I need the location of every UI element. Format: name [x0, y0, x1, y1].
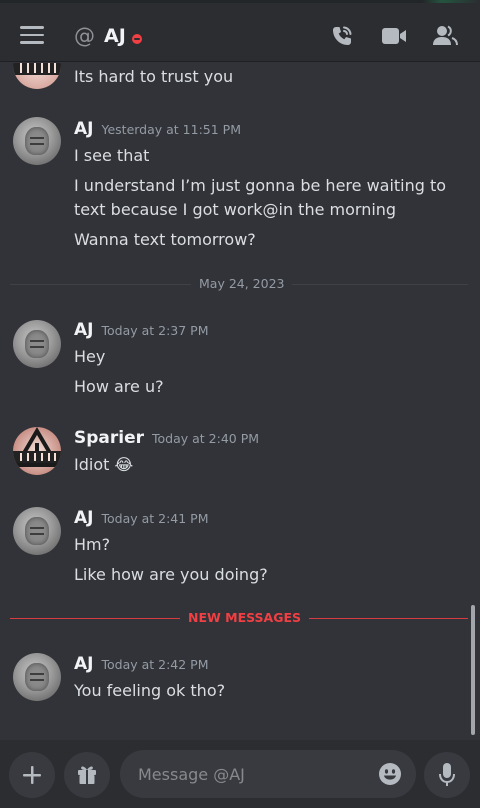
message-line: Its hard to trust you — [74, 67, 234, 86]
message-line: You feeling ok tho? — [74, 681, 226, 700]
message-timestamp: Today at 2:40 PM — [152, 431, 260, 446]
message-line: How are u? — [74, 377, 164, 396]
date-divider-label: May 24, 2023 — [191, 276, 293, 292]
author-name[interactable]: AJ — [74, 119, 93, 139]
message-author[interactable]: AJ Today at 2:41 PM — [74, 507, 209, 530]
message-line: Wanna text tomorrow? — [74, 230, 256, 249]
new-messages-label: NEW MESSAGES — [180, 610, 310, 626]
phone-call-icon[interactable] — [330, 24, 354, 52]
microphone-icon — [438, 762, 456, 792]
smiley-face-icon[interactable] — [378, 762, 402, 790]
scrollbar[interactable] — [471, 605, 475, 735]
member-list-icon[interactable] — [432, 24, 458, 52]
message-author[interactable]: AJ Today at 2:42 PM — [74, 653, 209, 676]
laughing-emoji: 😂 — [114, 455, 134, 474]
message-line: Hey — [74, 347, 106, 366]
avatar-aj[interactable] — [13, 320, 61, 368]
at-symbol: @ — [74, 24, 95, 48]
message-line: I understand I’m just gonna be here wait… — [74, 176, 447, 219]
add-attachment-button[interactable] — [9, 752, 55, 798]
message-input[interactable] — [138, 762, 368, 786]
avatar-aj[interactable] — [13, 117, 61, 165]
message-line: I see that — [74, 146, 150, 165]
channel-header: @ AJ — [0, 0, 480, 62]
avatar-sparier[interactable] — [13, 427, 61, 475]
avatar-aj[interactable] — [13, 653, 61, 701]
message-line: Idiot 😂 — [74, 453, 474, 477]
message-author[interactable]: AJ Yesterday at 11:51 PM — [74, 118, 241, 141]
author-name[interactable]: AJ — [74, 654, 93, 674]
message-timestamp: Today at 2:41 PM — [101, 511, 209, 526]
plus-icon — [22, 765, 42, 789]
voice-message-button[interactable] — [424, 752, 470, 798]
avatar-sparier[interactable] — [13, 63, 61, 89]
avatar-aj[interactable] — [13, 507, 61, 555]
hamburger-menu-icon[interactable] — [20, 26, 44, 44]
page-title[interactable]: AJ — [104, 24, 126, 48]
gift-button[interactable] — [64, 752, 110, 798]
message-author[interactable]: AJ Today at 2:37 PM — [74, 319, 209, 342]
gift-icon — [76, 763, 98, 789]
dnd-status-icon — [132, 34, 142, 44]
video-camera-icon[interactable] — [381, 26, 407, 50]
author-name[interactable]: AJ — [74, 508, 93, 528]
message-text: Idiot — [74, 455, 110, 474]
message-line: Like how are you doing? — [74, 565, 268, 584]
message-timestamp: Today at 2:37 PM — [101, 323, 209, 338]
message-list[interactable]: Its hard to trust you AJ Yesterday at 11:… — [0, 63, 480, 740]
author-name[interactable]: AJ — [74, 320, 93, 340]
message-line: Hm? — [74, 535, 111, 554]
author-name[interactable]: Sparier — [74, 428, 144, 448]
message-input-container[interactable] — [120, 750, 416, 798]
message-composer — [0, 740, 480, 808]
message-timestamp: Yesterday at 11:51 PM — [101, 122, 241, 137]
message-author[interactable]: Sparier Today at 2:40 PM — [74, 427, 259, 450]
message-timestamp: Today at 2:42 PM — [101, 657, 209, 672]
header-edge-decoration — [0, 0, 480, 3]
